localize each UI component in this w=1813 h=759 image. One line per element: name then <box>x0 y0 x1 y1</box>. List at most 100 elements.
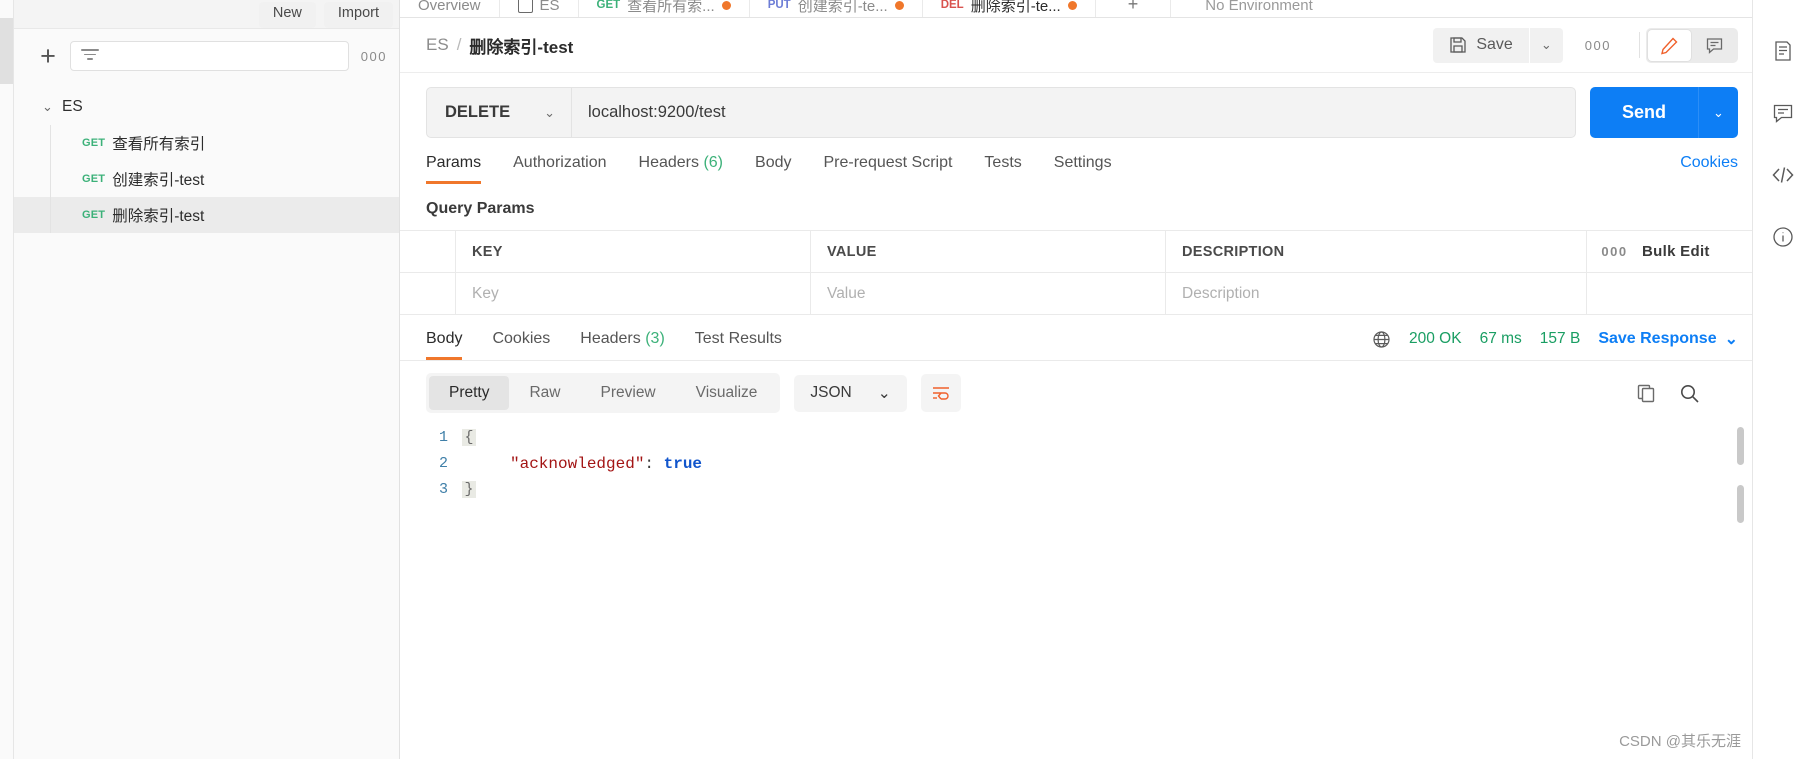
method-select[interactable]: DELETE ⌄ <box>427 88 572 137</box>
tab-method: DEL <box>940 0 964 11</box>
value-input[interactable]: Value <box>811 273 1166 314</box>
environment-selector[interactable]: No Environment <box>1171 0 1347 17</box>
tab-label: Overview <box>418 0 481 14</box>
left-scrollbar-thumb[interactable] <box>0 18 13 84</box>
chevron-down-icon: ⌄ <box>1713 104 1724 120</box>
wrap-lines-button[interactable] <box>920 374 961 412</box>
tab-collection-es[interactable]: ES <box>500 0 579 17</box>
query-params-table: KEY VALUE DESCRIPTION 000 Bulk Edit Key … <box>400 230 1752 315</box>
code-icon[interactable] <box>1771 164 1795 186</box>
json-key: "acknowledged" <box>510 455 645 473</box>
view-mode-pretty[interactable]: Pretty <box>429 376 510 410</box>
response-tab-test-results[interactable]: Test Results <box>695 330 782 360</box>
tab-strip: Overview ES GET 查看所有索... PUT 创建索引-te... … <box>400 0 1752 18</box>
request-item-2[interactable]: GET 删除索引-test <box>14 197 399 233</box>
edit-mode-button[interactable] <box>1648 29 1691 61</box>
send-button[interactable]: Send <box>1589 87 1698 138</box>
filter-icon <box>81 49 99 63</box>
request-method: GET <box>82 137 106 149</box>
url-input-group: DELETE ⌄ <box>426 87 1576 138</box>
breadcrumb-root[interactable]: ES <box>426 35 449 55</box>
tab-method: GET <box>596 0 621 11</box>
sidebar-header: New Import <box>14 0 399 29</box>
request-more-icon[interactable]: 000 <box>1563 38 1633 53</box>
tab-pre-request-script[interactable]: Pre-request Script <box>823 154 952 184</box>
search-icon[interactable] <box>1679 383 1700 404</box>
tab-label: Body <box>426 329 463 347</box>
tab-overview[interactable]: Overview <box>400 0 500 17</box>
tab-label: Test Results <box>694 329 782 347</box>
json-punctuation: : <box>644 455 664 473</box>
fold-marker[interactable]: { <box>462 429 476 446</box>
save-button[interactable]: Save <box>1433 27 1529 63</box>
body-scrollbar-thumb-bottom[interactable] <box>1737 485 1744 523</box>
tab-params[interactable]: Params <box>426 154 482 184</box>
tab-settings[interactable]: Settings <box>1054 154 1112 184</box>
request-header-bar: ES / 删除索引-test Save ⌄ 000 <box>400 18 1752 73</box>
tab-label: Authorization <box>513 154 607 171</box>
response-size: 157 B <box>1539 330 1581 347</box>
add-new-icon[interactable]: + <box>36 42 60 70</box>
key-input[interactable]: Key <box>456 273 811 314</box>
json-line-3: 3 } <box>400 481 1752 507</box>
view-mode-visualize[interactable]: Visualize <box>676 376 778 410</box>
response-tab-headers[interactable]: Headers (3) <box>580 330 665 360</box>
response-tab-cookies[interactable]: Cookies <box>492 330 550 360</box>
tab-request-0[interactable]: GET 查看所有索... <box>579 0 750 17</box>
request-item-1[interactable]: GET 创建索引-test <box>14 161 399 197</box>
response-meta: 200 OK 67 ms 157 B Save Response ⌄ <box>1372 315 1738 360</box>
bulk-edit-button[interactable]: Bulk Edit <box>1642 243 1752 260</box>
collection-tree: ⌄ ES GET 查看所有索引 GET 创建索引-test GET 删除索引-t… <box>14 81 399 233</box>
view-mode-preview[interactable]: Preview <box>581 376 676 410</box>
response-body-json[interactable]: 1 { 2 "acknowledged": true 3 } <box>400 423 1752 759</box>
row-checkbox[interactable] <box>400 273 456 314</box>
filter-input[interactable] <box>70 41 349 71</box>
tab-tests[interactable]: Tests <box>984 154 1021 184</box>
fold-marker[interactable]: } <box>462 481 476 498</box>
collection-row-es[interactable]: ⌄ ES <box>14 89 399 125</box>
send-dropdown-caret[interactable]: ⌄ <box>1698 87 1738 138</box>
header-divider <box>1639 32 1640 58</box>
url-input[interactable] <box>572 103 1575 122</box>
tab-new-button[interactable]: + <box>1096 0 1172 17</box>
tab-label: Settings <box>1053 154 1112 171</box>
cookies-link[interactable]: Cookies <box>1680 138 1738 172</box>
copy-icon[interactable] <box>1636 383 1657 404</box>
request-item-0[interactable]: GET 查看所有索引 <box>14 125 399 161</box>
chevron-down-icon: ⌄ <box>42 99 53 114</box>
page-title: 删除索引-test <box>469 37 574 57</box>
unsaved-dot-icon <box>894 0 904 10</box>
sidebar-more-icon[interactable]: 000 <box>359 49 389 64</box>
request-label: 删除索引-test <box>112 208 205 225</box>
tab-body[interactable]: Body <box>755 154 791 184</box>
response-tabs-row: Body Cookies Headers (3) Test Results 20… <box>400 315 1752 361</box>
new-button[interactable]: New <box>258 2 316 28</box>
json-line-1: 1 { <box>400 429 1752 455</box>
tab-headers[interactable]: Headers (6) <box>639 154 724 184</box>
save-response-button[interactable]: Save Response ⌄ <box>1598 329 1738 349</box>
chevron-down-icon: ⌄ <box>544 104 555 120</box>
description-input[interactable]: Description <box>1166 273 1586 314</box>
save-dropdown-caret[interactable]: ⌄ <box>1529 27 1563 63</box>
comment-icon <box>1705 36 1724 55</box>
comments-icon[interactable] <box>1772 102 1794 124</box>
save-response-label: Save Response <box>1598 330 1717 347</box>
tab-label: 创建索引-te... <box>797 0 888 15</box>
params-more-icon[interactable]: 000 <box>1586 231 1642 272</box>
format-select[interactable]: JSON ⌄ <box>794 374 907 412</box>
view-mode-raw[interactable]: Raw <box>509 376 580 410</box>
body-scrollbar-thumb-top[interactable] <box>1737 427 1744 465</box>
left-edge-rail <box>0 0 14 759</box>
comment-mode-button[interactable] <box>1693 30 1736 61</box>
tab-request-1[interactable]: PUT 创建索引-te... <box>750 0 923 17</box>
postman-window: New Import + 000 ⌄ ES GET 查看所有索引 GET 创建索… <box>0 0 1813 759</box>
response-tab-body[interactable]: Body <box>426 329 463 360</box>
column-header-description: DESCRIPTION <box>1182 243 1285 260</box>
tab-authorization[interactable]: Authorization <box>513 154 606 184</box>
globe-icon <box>1372 330 1391 349</box>
info-icon[interactable] <box>1772 226 1794 248</box>
documentation-icon[interactable] <box>1772 40 1794 62</box>
import-button[interactable]: Import <box>323 2 393 28</box>
tab-label: 删除索引-te... <box>970 0 1061 15</box>
tab-request-2[interactable]: DEL 删除索引-te... <box>923 0 1096 17</box>
